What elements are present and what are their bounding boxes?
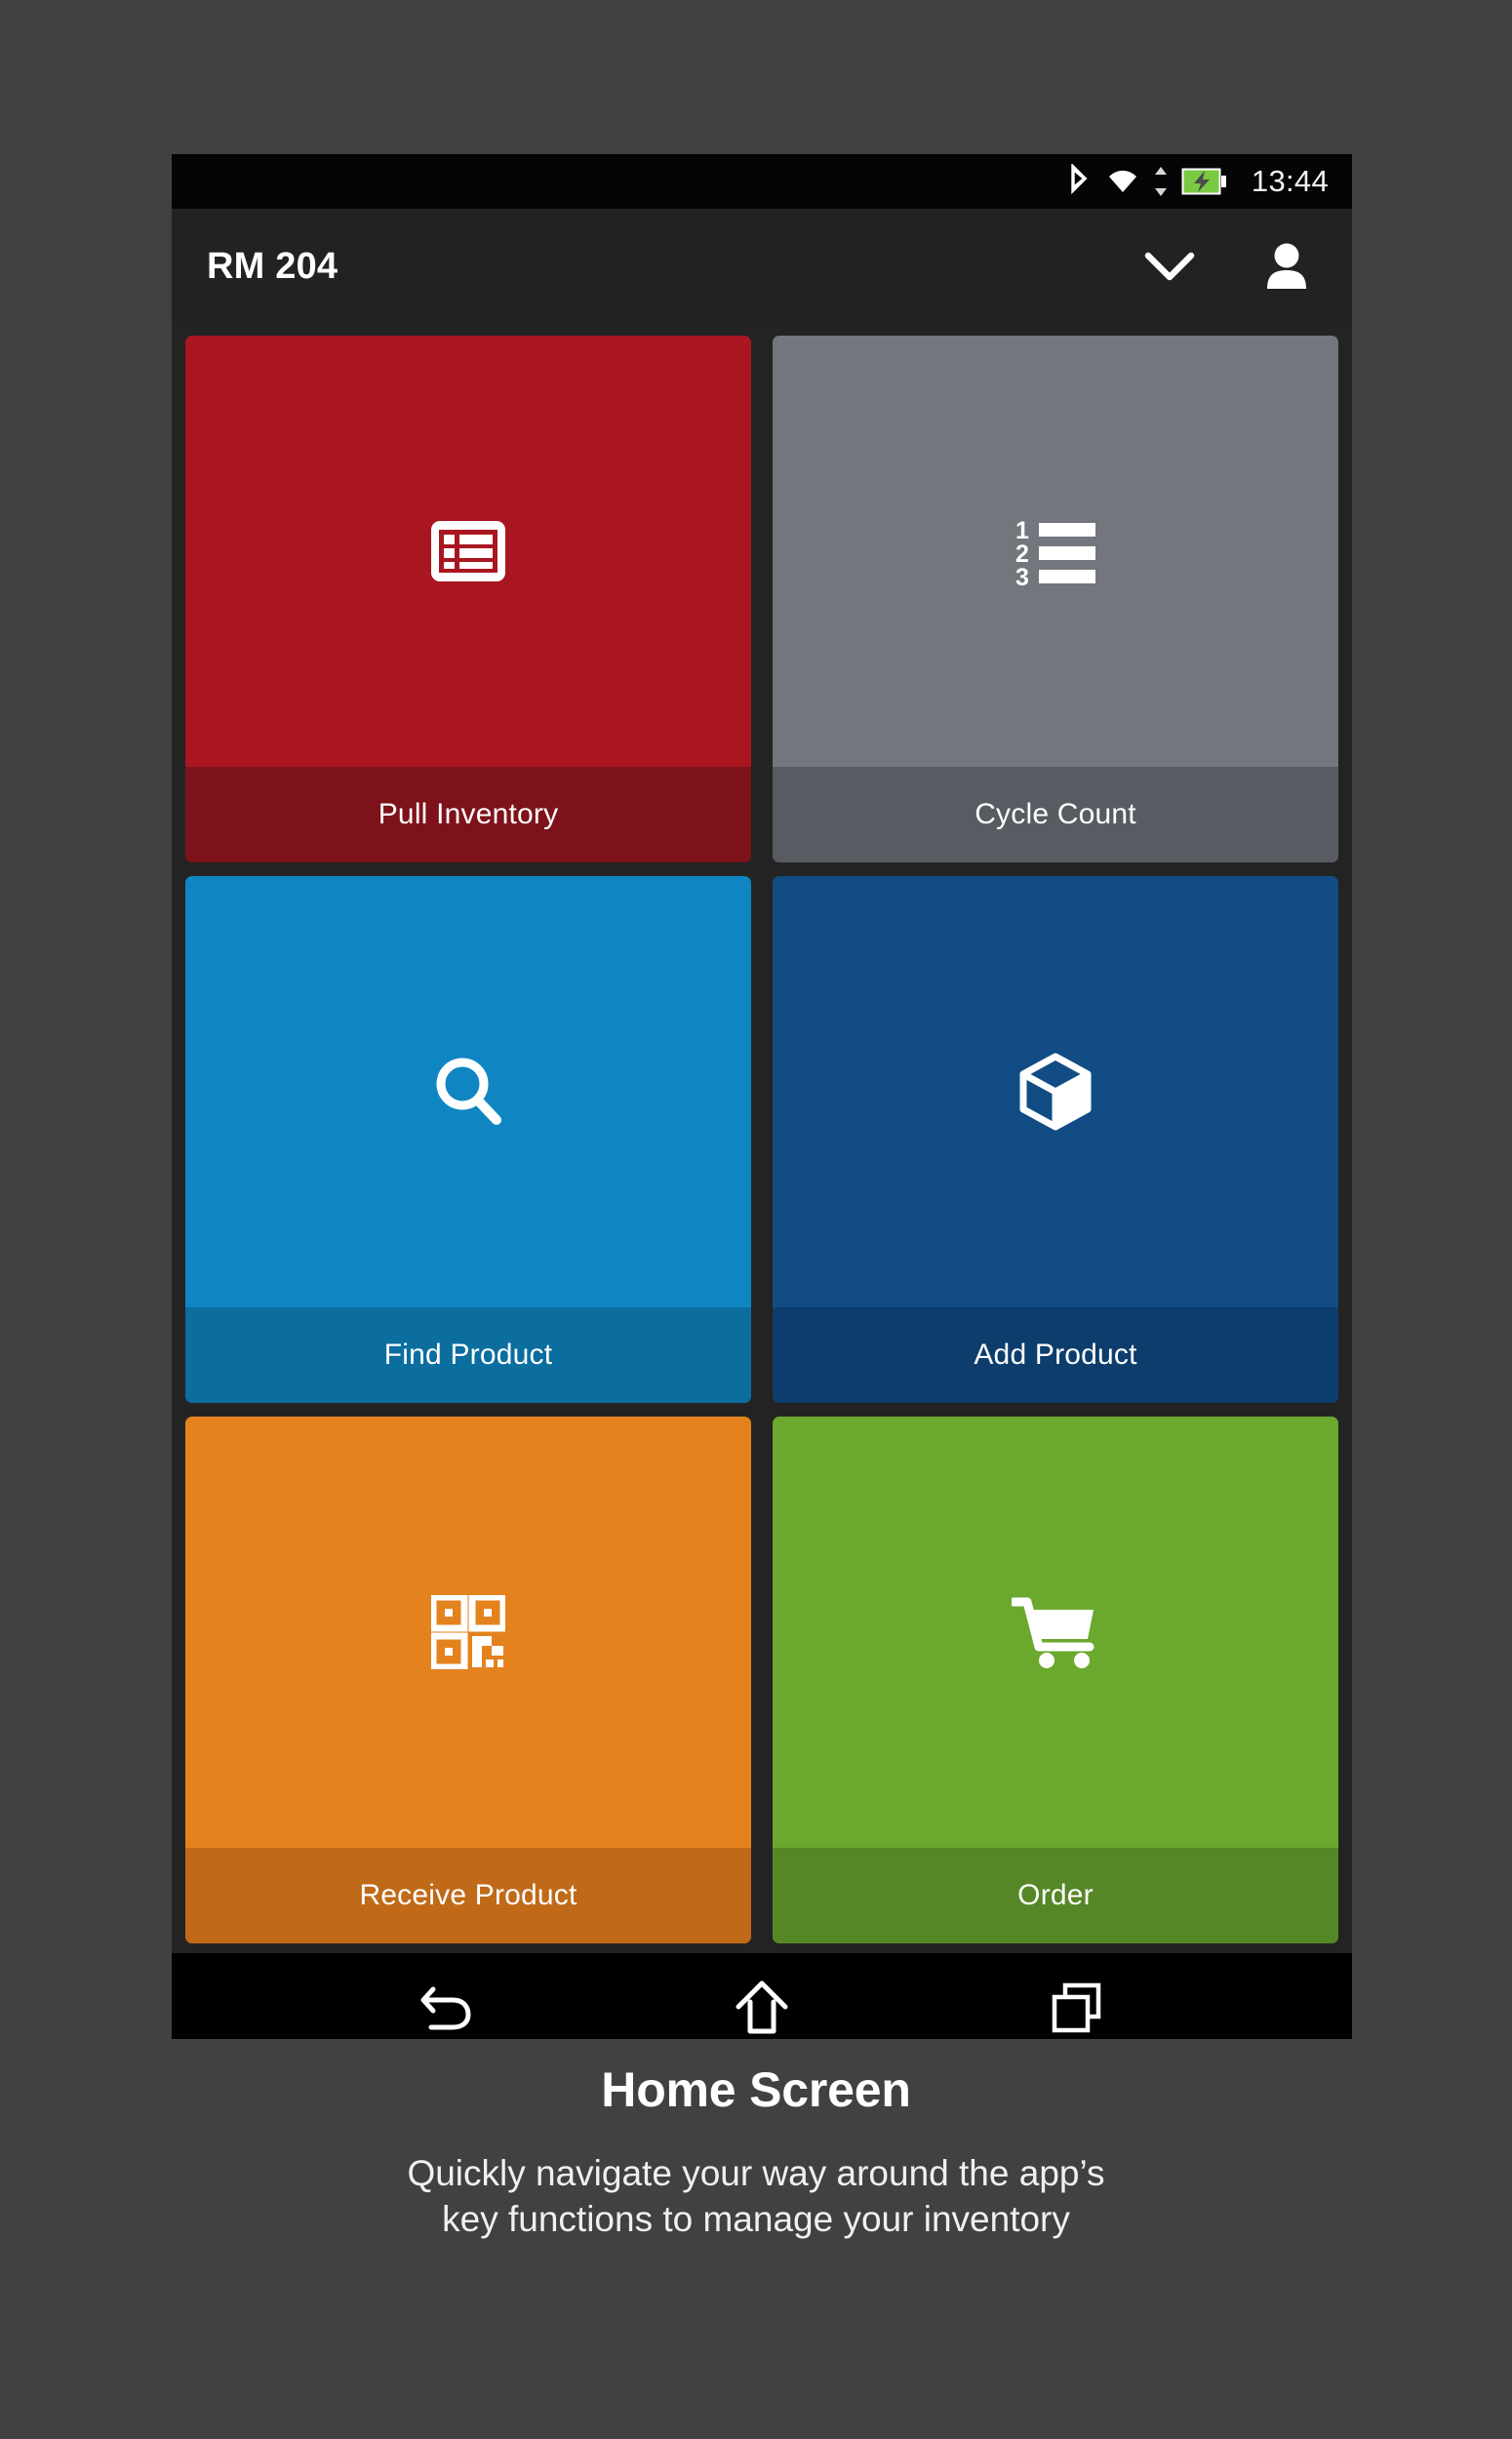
tile-add-product[interactable]: Add Product — [773, 876, 1338, 1403]
tile-label: Order — [773, 1848, 1338, 1943]
caption-line-2: key functions to manage your inventory — [442, 2199, 1070, 2240]
recents-button[interactable] — [1033, 1969, 1121, 2039]
wifi-icon — [1108, 170, 1136, 192]
tile-icon-area: 1 2 3 — [773, 336, 1338, 767]
status-icons: 13:44 — [1066, 164, 1329, 199]
home-tile-grid: Pull Inventory 1 2 3 Cycle Count Find Pr… — [172, 324, 1352, 1953]
caption-block: Home Screen Quickly navigate your way ar… — [0, 2063, 1512, 2243]
qr-code-icon — [431, 1595, 505, 1669]
numbered-list-icon: 1 2 3 — [1015, 517, 1095, 585]
search-icon — [436, 1058, 501, 1125]
bluetooth-icon — [1071, 164, 1088, 195]
box-3d-icon — [1019, 1053, 1092, 1131]
tile-icon-area — [773, 1417, 1338, 1848]
recents-icon — [1053, 1982, 1101, 2033]
tile-label: Pull Inventory — [185, 767, 751, 862]
home-button[interactable] — [718, 1969, 806, 2039]
caption-line-1: Quickly navigate your way around the app… — [407, 2153, 1105, 2193]
svg-text:3: 3 — [1015, 564, 1029, 585]
tile-icon-area — [185, 336, 751, 767]
user-account-button[interactable] — [1258, 238, 1315, 295]
tile-label: Add Product — [773, 1307, 1338, 1403]
tile-label: Receive Product — [185, 1848, 751, 1943]
status-clock: 13:44 — [1251, 164, 1329, 198]
chevron-down-button[interactable] — [1141, 238, 1198, 295]
tile-label: Cycle Count — [773, 767, 1338, 862]
user-account-icon — [1267, 243, 1306, 289]
home-icon — [736, 1980, 788, 2034]
shopping-cart-icon — [1012, 1597, 1094, 1668]
tile-pull-inventory[interactable]: Pull Inventory — [185, 336, 751, 862]
back-icon — [420, 1986, 471, 2030]
tile-icon-area — [773, 876, 1338, 1307]
list-rows-icon — [431, 521, 505, 581]
android-status-bar: 13:44 — [172, 154, 1352, 209]
tile-icon-area — [185, 876, 751, 1307]
tile-receive-product[interactable]: Receive Product — [185, 1417, 751, 1943]
data-transfer-icon — [1154, 167, 1167, 196]
app-bar: RM 204 — [172, 209, 1352, 324]
caption-title: Home Screen — [601, 2062, 911, 2117]
page-root: 13:44 RM 204 Pull Inventory 1 2 3 Cycle … — [0, 0, 1512, 2439]
battery-charging-icon — [1181, 168, 1226, 195]
android-nav-bar — [172, 1953, 1352, 2039]
tile-find-product[interactable]: Find Product — [185, 876, 751, 1403]
tile-order[interactable]: Order — [773, 1417, 1338, 1943]
app-bar-actions — [1141, 238, 1315, 295]
page-title: RM 204 — [207, 245, 338, 287]
phone-screenshot: 13:44 RM 204 Pull Inventory 1 2 3 Cycle … — [172, 154, 1352, 2039]
caption-subtitle: Quickly navigate your way around the app… — [0, 2150, 1512, 2243]
tile-label: Find Product — [185, 1307, 751, 1403]
back-button[interactable] — [403, 1969, 491, 2039]
tile-cycle-count[interactable]: 1 2 3 Cycle Count — [773, 336, 1338, 862]
tile-icon-area — [185, 1417, 751, 1848]
chevron-down-icon — [1144, 252, 1195, 281]
